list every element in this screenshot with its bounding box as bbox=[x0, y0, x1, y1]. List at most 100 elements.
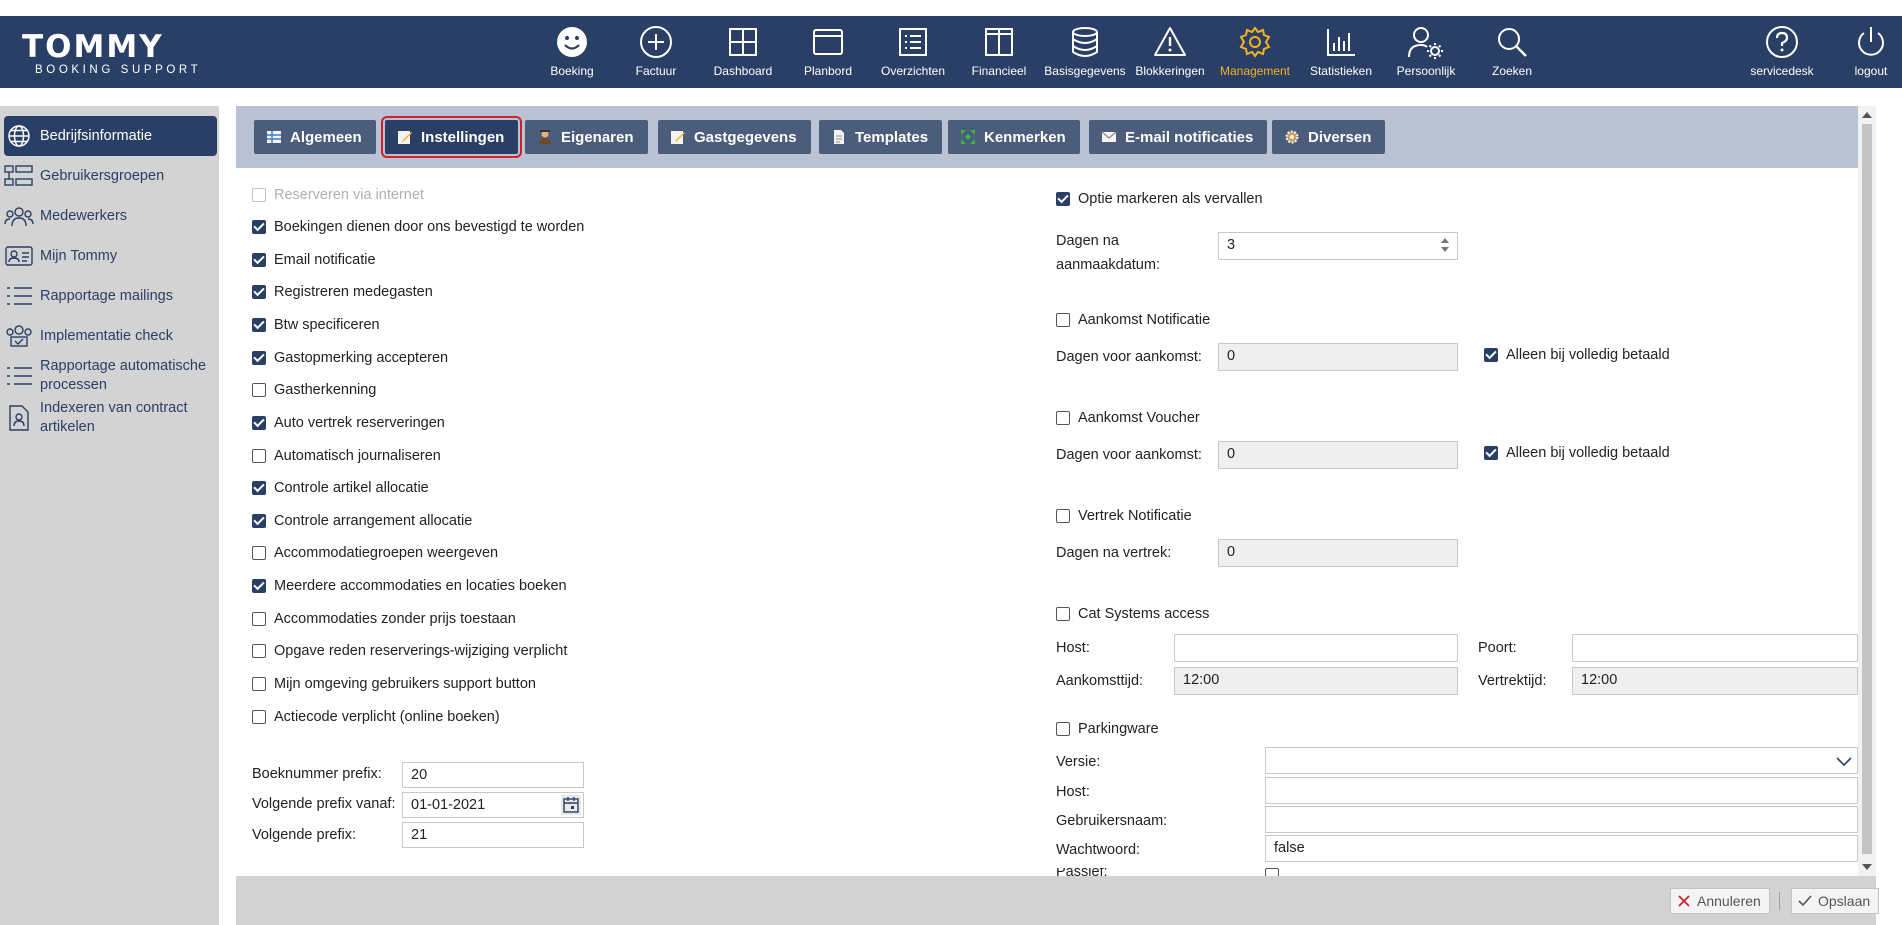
checkbox[interactable] bbox=[252, 416, 266, 430]
setting-support-button[interactable]: Mijn omgeving gebruikers support button bbox=[252, 676, 536, 692]
setting-controle-artikel-allocatie[interactable]: Controle artikel allocatie bbox=[252, 480, 429, 496]
aankomst-notificatie[interactable]: Aankomst Notificatie bbox=[1056, 312, 1210, 328]
sidebar-item-rapportage-automatische-processen[interactable]: Rapportage automatische processen bbox=[4, 356, 217, 396]
tab-templates[interactable]: Templates bbox=[819, 120, 943, 154]
setting-email-notificatie[interactable]: Email notificatie bbox=[252, 252, 376, 268]
checkbox[interactable] bbox=[252, 677, 266, 691]
scrollbar-thumb[interactable] bbox=[1862, 124, 1872, 854]
checkbox[interactable] bbox=[252, 383, 266, 397]
checkbox[interactable] bbox=[252, 579, 266, 593]
setting-btw-specificeren[interactable]: Btw specificeren bbox=[252, 317, 380, 333]
sidebar-item-rapportage-mailings[interactable]: Rapportage mailings bbox=[4, 276, 217, 316]
nav-financieel[interactable]: Financieel bbox=[968, 20, 1030, 84]
nav-dashboard[interactable]: Dashboard bbox=[710, 20, 776, 84]
setting-auto-vertrek[interactable]: Auto vertrek reserveringen bbox=[252, 415, 445, 431]
nav-boeking[interactable]: Boeking bbox=[544, 20, 600, 84]
checkbox[interactable] bbox=[252, 285, 266, 299]
sidebar-item-mijn-tommy[interactable]: Mijn Tommy bbox=[4, 236, 217, 276]
volgende-prefix-vanaf-input[interactable]: 01-01-2021 bbox=[402, 792, 584, 818]
cat-aankomsttijd-input[interactable]: 12:00 bbox=[1174, 667, 1458, 695]
nav-zoeken[interactable]: Zoeken bbox=[1482, 20, 1542, 84]
tab-gastgegevens[interactable]: Gastgegevens bbox=[658, 120, 811, 154]
setting-reserveren-via-internet[interactable]: Reserveren via internet bbox=[252, 187, 424, 203]
checkbox[interactable] bbox=[1056, 411, 1070, 425]
setting-accommodaties-zonder-prijs[interactable]: Accommodaties zonder prijs toestaan bbox=[252, 611, 516, 627]
nav-persoonlijk[interactable]: Persoonlijk bbox=[1392, 20, 1460, 84]
aankomst-voucher-dagen-input[interactable]: 0 bbox=[1218, 441, 1458, 469]
parkingware[interactable]: Parkingware bbox=[1056, 721, 1159, 737]
checkbox[interactable] bbox=[252, 318, 266, 332]
sidebar-item-medewerkers[interactable]: Medewerkers bbox=[4, 196, 217, 236]
cat-systems-access[interactable]: Cat Systems access bbox=[1056, 606, 1209, 622]
tab-email-notificaties[interactable]: E-mail notificaties bbox=[1089, 120, 1268, 154]
checkbox[interactable] bbox=[252, 710, 266, 724]
setting-opgave-reden[interactable]: Opgave reden reserverings-wijziging verp… bbox=[252, 643, 567, 659]
setting-actiecode-verplicht[interactable]: Actiecode verplicht (online boeken) bbox=[252, 709, 500, 725]
aankomst-voucher-volledig-betaald[interactable]: Alleen bij volledig betaald bbox=[1484, 445, 1670, 461]
checkbox[interactable] bbox=[252, 220, 266, 234]
cancel-button[interactable]: Annuleren bbox=[1670, 888, 1770, 914]
checkbox[interactable] bbox=[252, 612, 266, 626]
setting-gastherkenning[interactable]: Gastherkenning bbox=[252, 382, 376, 398]
checkbox[interactable] bbox=[252, 449, 266, 463]
spinner-icon[interactable] bbox=[1441, 237, 1451, 253]
pw-gebruikersnaam-input[interactable] bbox=[1265, 806, 1858, 833]
tab-algemeen[interactable]: Algemeen bbox=[254, 120, 376, 154]
sidebar-item-gebruikersgroepen[interactable]: Gebruikersgroepen bbox=[4, 156, 217, 196]
checkbox[interactable] bbox=[1056, 313, 1070, 327]
cat-host-input[interactable] bbox=[1174, 634, 1458, 662]
checkbox[interactable] bbox=[252, 481, 266, 495]
scroll-up-icon[interactable] bbox=[1862, 112, 1872, 118]
volgende-prefix-input[interactable]: 21 bbox=[402, 822, 584, 848]
checkbox[interactable] bbox=[1056, 607, 1070, 621]
app-logo[interactable]: TOMMY BOOKING SUPPORT bbox=[22, 32, 201, 77]
save-button[interactable]: Opslaan bbox=[1791, 888, 1880, 914]
checkbox[interactable] bbox=[1484, 348, 1498, 362]
scrollbar[interactable] bbox=[1858, 106, 1876, 876]
checkbox[interactable] bbox=[1056, 192, 1070, 206]
pw-passief-checkbox[interactable] bbox=[1265, 868, 1279, 876]
vertrek-notificatie[interactable]: Vertrek Notificatie bbox=[1056, 508, 1192, 524]
nav-logout[interactable]: logout bbox=[1846, 20, 1896, 84]
nav-statistieken[interactable]: Statistieken bbox=[1306, 20, 1376, 84]
chevron-down-icon[interactable] bbox=[1834, 751, 1854, 771]
nav-planbord[interactable]: Planbord bbox=[798, 20, 858, 84]
nav-factuur[interactable]: Factuur bbox=[628, 20, 684, 84]
setting-accommodatiegroepen-weergeven[interactable]: Accommodatiegroepen weergeven bbox=[252, 545, 498, 561]
checkbox[interactable] bbox=[252, 351, 266, 365]
tab-kenmerken[interactable]: Kenmerken bbox=[948, 120, 1080, 154]
nav-management[interactable]: Management bbox=[1218, 20, 1292, 84]
dagen-na-aanmaakdatum-input[interactable]: 3 bbox=[1218, 232, 1458, 260]
setting-controle-arrangement-allocatie[interactable]: Controle arrangement allocatie bbox=[252, 513, 472, 529]
vertrek-notificatie-dagen-input[interactable]: 0 bbox=[1218, 539, 1458, 567]
checkbox[interactable] bbox=[252, 514, 266, 528]
aankomst-notificatie-volledig-betaald[interactable]: Alleen bij volledig betaald bbox=[1484, 347, 1670, 363]
sidebar-item-indexeren-contract-artikelen[interactable]: Indexeren van contract artikelen bbox=[4, 398, 217, 438]
aankomst-notificatie-dagen-input[interactable]: 0 bbox=[1218, 343, 1458, 371]
cat-poort-input[interactable] bbox=[1572, 634, 1858, 662]
nav-basisgegevens[interactable]: Basisgegevens bbox=[1042, 20, 1128, 84]
setting-gastopmerking-accepteren[interactable]: Gastopmerking accepteren bbox=[252, 350, 448, 366]
checkbox[interactable] bbox=[1484, 446, 1498, 460]
checkbox[interactable] bbox=[1056, 509, 1070, 523]
setting-automatisch-journaliseren[interactable]: Automatisch journaliseren bbox=[252, 448, 441, 464]
cat-vertrektijd-input[interactable]: 12:00 bbox=[1572, 667, 1858, 695]
checkbox[interactable] bbox=[252, 546, 266, 560]
aankomst-voucher[interactable]: Aankomst Voucher bbox=[1056, 410, 1200, 426]
checkbox[interactable] bbox=[252, 253, 266, 267]
tab-eigenaren[interactable]: Eigenaren bbox=[525, 120, 648, 154]
tab-diversen[interactable]: Diversen bbox=[1272, 120, 1386, 154]
sidebar-item-bedrijfsinformatie[interactable]: Bedrijfsinformatie bbox=[4, 116, 217, 156]
pw-host-input[interactable] bbox=[1265, 777, 1858, 804]
nav-blokkeringen[interactable]: Blokkeringen bbox=[1134, 20, 1206, 84]
setting-boekingen-bevestigd[interactable]: Boekingen dienen door ons bevestigd te w… bbox=[252, 219, 584, 235]
optie-markeren-vervallen[interactable]: Optie markeren als vervallen bbox=[1056, 191, 1263, 207]
tab-instellingen[interactable]: Instellingen bbox=[380, 116, 523, 158]
pw-versie-select[interactable] bbox=[1265, 747, 1858, 774]
checkbox[interactable] bbox=[252, 644, 266, 658]
setting-meerdere-accommodaties[interactable]: Meerdere accommodaties en locaties boeke… bbox=[252, 578, 567, 594]
setting-registreren-medegasten[interactable]: Registreren medegasten bbox=[252, 284, 433, 300]
checkbox[interactable] bbox=[252, 188, 266, 202]
nav-overzichten[interactable]: Overzichten bbox=[878, 20, 948, 84]
nav-servicedesk[interactable]: servicedesk bbox=[1746, 20, 1818, 84]
